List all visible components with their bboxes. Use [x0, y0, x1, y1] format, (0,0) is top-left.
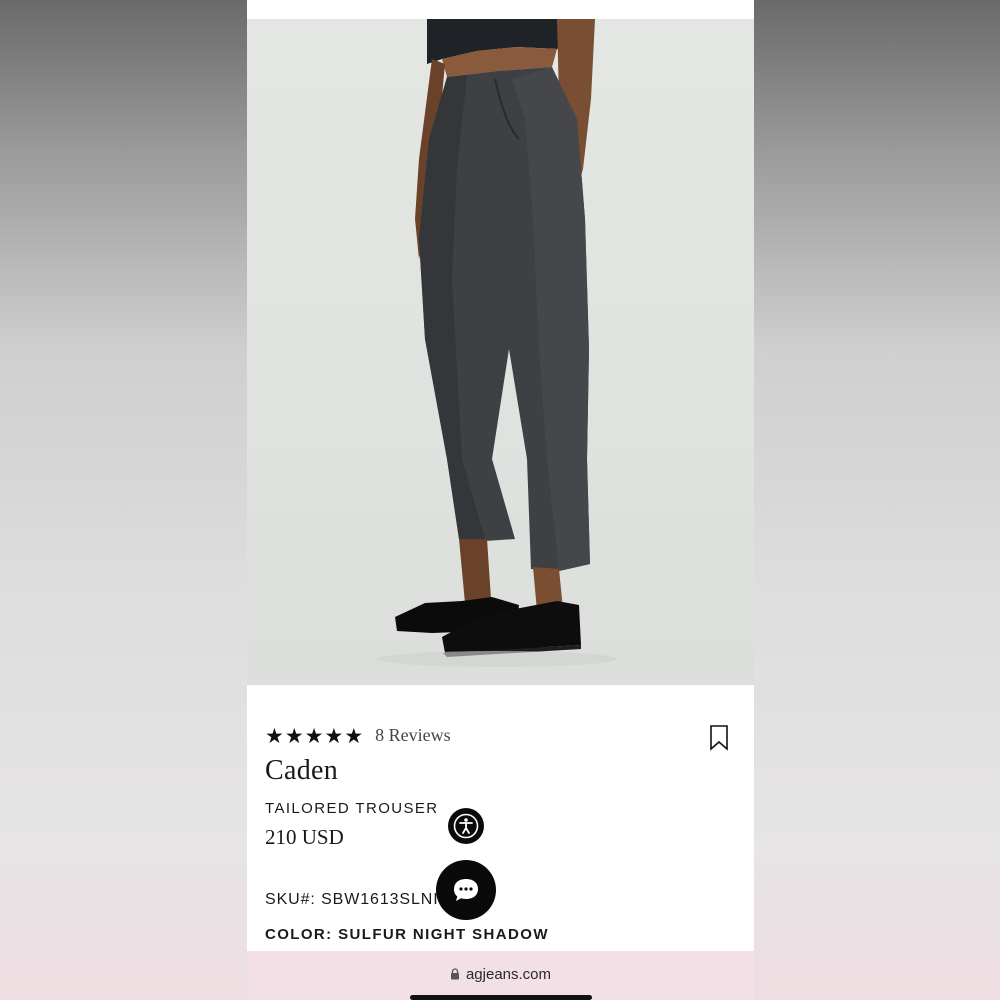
star-icon: ★	[304, 723, 324, 748]
star-icon: ★	[324, 723, 344, 748]
product-image[interactable]	[247, 19, 754, 685]
product-title: Caden	[265, 755, 339, 786]
chat-icon	[454, 879, 478, 901]
chat-button[interactable]	[436, 860, 496, 920]
background-blur-right	[754, 0, 1000, 1000]
reviews-link[interactable]: 8 Reviews	[375, 725, 451, 746]
rating-row[interactable]: ★ ★ ★ ★ ★ 8 Reviews	[265, 725, 451, 746]
home-indicator[interactable]	[410, 995, 592, 1000]
product-info-panel: ★ ★ ★ ★ ★ 8 Reviews Caden TAILORED TROUS…	[247, 685, 754, 951]
product-price: 210 USD	[265, 825, 344, 849]
bookmark-icon[interactable]	[709, 725, 729, 751]
product-color: COLOR: SULFUR NIGHT SHADOW	[265, 926, 549, 943]
model-illustration	[377, 19, 617, 667]
accessibility-button[interactable]	[448, 808, 484, 844]
phone-screen: ★ ★ ★ ★ ★ 8 Reviews Caden TAILORED TROUS…	[247, 0, 754, 1000]
url-text: agjeans.com	[465, 965, 552, 983]
top-strip	[247, 0, 754, 19]
background-blur-left	[0, 0, 247, 1000]
lock-icon	[450, 968, 459, 980]
product-category: TAILORED TROUSER	[265, 800, 439, 817]
star-icon: ★	[265, 723, 284, 748]
product-sku: SKU#: SBW1613SLNISH	[265, 891, 463, 908]
accessibility-icon	[453, 813, 479, 839]
browser-url-bar[interactable]: agjeans.com	[247, 951, 754, 1000]
star-icon: ★	[284, 723, 304, 748]
star-icon: ★	[344, 723, 364, 748]
star-rating: ★ ★ ★ ★ ★	[265, 723, 364, 748]
